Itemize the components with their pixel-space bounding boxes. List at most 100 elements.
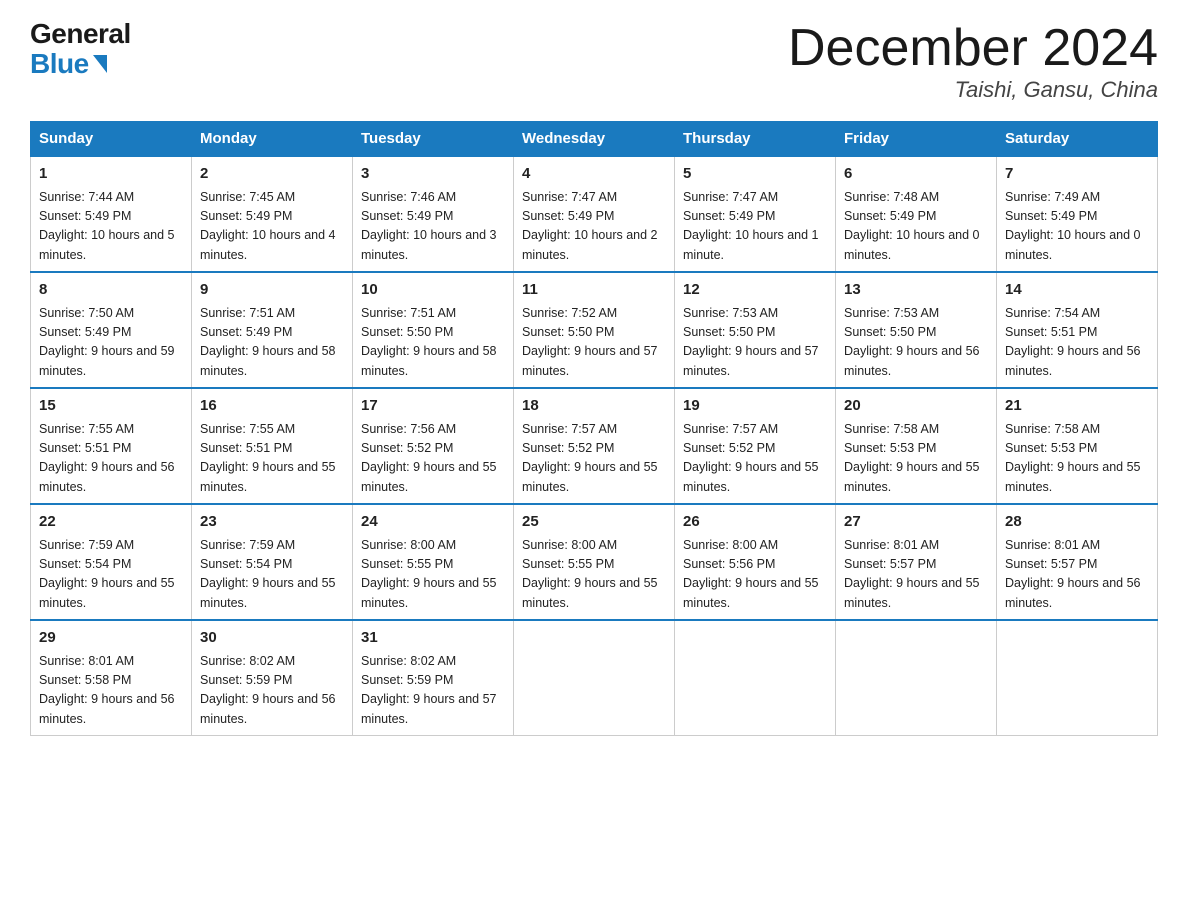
day-number: 10	[361, 279, 505, 302]
calendar-cell: 5Sunrise: 7:47 AMSunset: 5:49 PMDaylight…	[675, 156, 836, 272]
day-number: 7	[1005, 163, 1149, 186]
calendar-cell: 6Sunrise: 7:48 AMSunset: 5:49 PMDaylight…	[836, 156, 997, 272]
day-number: 4	[522, 163, 666, 186]
day-number: 3	[361, 163, 505, 186]
calendar-cell: 22Sunrise: 7:59 AMSunset: 5:54 PMDayligh…	[31, 504, 192, 620]
day-info: Sunrise: 8:01 AMSunset: 5:58 PMDaylight:…	[39, 654, 175, 726]
day-number: 5	[683, 163, 827, 186]
calendar-cell: 14Sunrise: 7:54 AMSunset: 5:51 PMDayligh…	[997, 272, 1158, 388]
calendar-week-3: 15 Sunrise: 7:55 AMSunset: 5:51 PMDayligh…	[31, 388, 1158, 504]
day-info: Sunrise: 8:02 AMSunset: 5:59 PMDaylight:…	[361, 654, 497, 726]
calendar-cell: 9Sunrise: 7:51 AMSunset: 5:49 PMDaylight…	[192, 272, 353, 388]
day-info: Sunrise: 7:54 AMSunset: 5:51 PMDaylight:…	[1005, 306, 1141, 378]
day-info: Sunrise: 7:55 AMSunset: 5:51 PMDaylight:…	[200, 422, 336, 494]
day-number: 16	[200, 395, 344, 418]
calendar-week-2: 8 Sunrise: 7:50 AMSunset: 5:49 PMDaylight…	[31, 272, 1158, 388]
calendar-cell: 13 Sunrise: 7:53 AMSunset: 5:50 PMDayligh…	[836, 272, 997, 388]
calendar-cell	[675, 620, 836, 736]
day-number: 25	[522, 511, 666, 534]
calendar-cell: 27 Sunrise: 8:01 AMSunset: 5:57 PMDayligh…	[836, 504, 997, 620]
day-info: Sunrise: 7:58 AMSunset: 5:53 PMDaylight:…	[1005, 422, 1141, 494]
page-header: General Blue December 2024 Taishi, Gansu…	[30, 20, 1158, 103]
calendar-cell: 10 Sunrise: 7:51 AMSunset: 5:50 PMDayligh…	[353, 272, 514, 388]
day-info: Sunrise: 8:02 AMSunset: 5:59 PMDaylight:…	[200, 654, 336, 726]
calendar-cell: 8 Sunrise: 7:50 AMSunset: 5:49 PMDaylight…	[31, 272, 192, 388]
calendar-cell: 18 Sunrise: 7:57 AMSunset: 5:52 PMDayligh…	[514, 388, 675, 504]
calendar-header: Sunday Monday Tuesday Wednesday Thursday…	[31, 122, 1158, 157]
day-info: Sunrise: 7:52 AMSunset: 5:50 PMDaylight:…	[522, 306, 658, 378]
day-number: 15	[39, 395, 183, 418]
calendar-cell: 25 Sunrise: 8:00 AMSunset: 5:55 PMDayligh…	[514, 504, 675, 620]
location-title: Taishi, Gansu, China	[788, 77, 1158, 103]
day-number: 29	[39, 627, 183, 650]
day-number: 12	[683, 279, 827, 302]
logo-general-text: General	[30, 20, 131, 48]
day-number: 31	[361, 627, 505, 650]
calendar-cell: 4Sunrise: 7:47 AMSunset: 5:49 PMDaylight…	[514, 156, 675, 272]
day-info: Sunrise: 7:56 AMSunset: 5:52 PMDaylight:…	[361, 422, 497, 494]
day-info: Sunrise: 7:59 AMSunset: 5:54 PMDaylight:…	[39, 538, 175, 610]
day-number: 28	[1005, 511, 1149, 534]
calendar-cell: 3Sunrise: 7:46 AMSunset: 5:49 PMDaylight…	[353, 156, 514, 272]
day-number: 21	[1005, 395, 1149, 418]
calendar-cell: 29 Sunrise: 8:01 AMSunset: 5:58 PMDayligh…	[31, 620, 192, 736]
day-info: Sunrise: 8:00 AMSunset: 5:55 PMDaylight:…	[361, 538, 497, 610]
day-info: Sunrise: 7:50 AMSunset: 5:49 PMDaylight:…	[39, 306, 175, 378]
calendar-cell: 20 Sunrise: 7:58 AMSunset: 5:53 PMDayligh…	[836, 388, 997, 504]
day-number: 18	[522, 395, 666, 418]
calendar-cell: 16 Sunrise: 7:55 AMSunset: 5:51 PMDayligh…	[192, 388, 353, 504]
calendar-table: Sunday Monday Tuesday Wednesday Thursday…	[30, 121, 1158, 736]
day-number: 27	[844, 511, 988, 534]
day-number: 26	[683, 511, 827, 534]
day-info: Sunrise: 7:48 AMSunset: 5:49 PMDaylight:…	[844, 190, 980, 262]
calendar-body: 1Sunrise: 7:44 AMSunset: 5:49 PMDaylight…	[31, 156, 1158, 736]
day-number: 13	[844, 279, 988, 302]
calendar-cell: 23Sunrise: 7:59 AMSunset: 5:54 PMDayligh…	[192, 504, 353, 620]
day-info: Sunrise: 8:01 AMSunset: 5:57 PMDaylight:…	[844, 538, 980, 610]
header-saturday: Saturday	[997, 122, 1158, 157]
calendar-cell: 7 Sunrise: 7:49 AMSunset: 5:49 PMDaylight…	[997, 156, 1158, 272]
day-number: 20	[844, 395, 988, 418]
calendar-cell: 24 Sunrise: 8:00 AMSunset: 5:55 PMDayligh…	[353, 504, 514, 620]
calendar-cell: 11Sunrise: 7:52 AMSunset: 5:50 PMDayligh…	[514, 272, 675, 388]
day-number: 8	[39, 279, 183, 302]
calendar-cell	[997, 620, 1158, 736]
title-block: December 2024 Taishi, Gansu, China	[788, 20, 1158, 103]
logo: General Blue	[30, 20, 131, 80]
day-info: Sunrise: 7:57 AMSunset: 5:52 PMDaylight:…	[522, 422, 658, 494]
day-info: Sunrise: 8:00 AMSunset: 5:55 PMDaylight:…	[522, 538, 658, 610]
day-info: Sunrise: 7:51 AMSunset: 5:50 PMDaylight:…	[361, 306, 497, 378]
day-info: Sunrise: 7:45 AMSunset: 5:49 PMDaylight:…	[200, 190, 336, 262]
logo-triangle-icon	[93, 55, 107, 73]
calendar-week-4: 22Sunrise: 7:59 AMSunset: 5:54 PMDayligh…	[31, 504, 1158, 620]
day-number: 1	[39, 163, 183, 186]
calendar-cell: 19Sunrise: 7:57 AMSunset: 5:52 PMDayligh…	[675, 388, 836, 504]
calendar-cell	[514, 620, 675, 736]
header-tuesday: Tuesday	[353, 122, 514, 157]
calendar-cell: 12 Sunrise: 7:53 AMSunset: 5:50 PMDayligh…	[675, 272, 836, 388]
calendar-cell: 2Sunrise: 7:45 AMSunset: 5:49 PMDaylight…	[192, 156, 353, 272]
calendar-week-1: 1Sunrise: 7:44 AMSunset: 5:49 PMDaylight…	[31, 156, 1158, 272]
day-info: Sunrise: 8:00 AMSunset: 5:56 PMDaylight:…	[683, 538, 819, 610]
calendar-cell: 17 Sunrise: 7:56 AMSunset: 5:52 PMDayligh…	[353, 388, 514, 504]
day-info: Sunrise: 7:49 AMSunset: 5:49 PMDaylight:…	[1005, 190, 1141, 262]
day-info: Sunrise: 7:53 AMSunset: 5:50 PMDaylight:…	[844, 306, 980, 378]
header-wednesday: Wednesday	[514, 122, 675, 157]
month-title: December 2024	[788, 20, 1158, 77]
day-info: Sunrise: 8:01 AMSunset: 5:57 PMDaylight:…	[1005, 538, 1141, 610]
header-friday: Friday	[836, 122, 997, 157]
header-thursday: Thursday	[675, 122, 836, 157]
logo-blue-text: Blue	[30, 48, 107, 80]
day-number: 24	[361, 511, 505, 534]
calendar-cell	[836, 620, 997, 736]
day-info: Sunrise: 7:57 AMSunset: 5:52 PMDaylight:…	[683, 422, 819, 494]
calendar-cell: 26 Sunrise: 8:00 AMSunset: 5:56 PMDayligh…	[675, 504, 836, 620]
day-number: 17	[361, 395, 505, 418]
day-number: 9	[200, 279, 344, 302]
day-info: Sunrise: 7:53 AMSunset: 5:50 PMDaylight:…	[683, 306, 819, 378]
calendar-cell: 21 Sunrise: 7:58 AMSunset: 5:53 PMDayligh…	[997, 388, 1158, 504]
calendar-cell: 31 Sunrise: 8:02 AMSunset: 5:59 PMDayligh…	[353, 620, 514, 736]
day-info: Sunrise: 7:58 AMSunset: 5:53 PMDaylight:…	[844, 422, 980, 494]
calendar-cell: 1Sunrise: 7:44 AMSunset: 5:49 PMDaylight…	[31, 156, 192, 272]
calendar-week-5: 29 Sunrise: 8:01 AMSunset: 5:58 PMDayligh…	[31, 620, 1158, 736]
